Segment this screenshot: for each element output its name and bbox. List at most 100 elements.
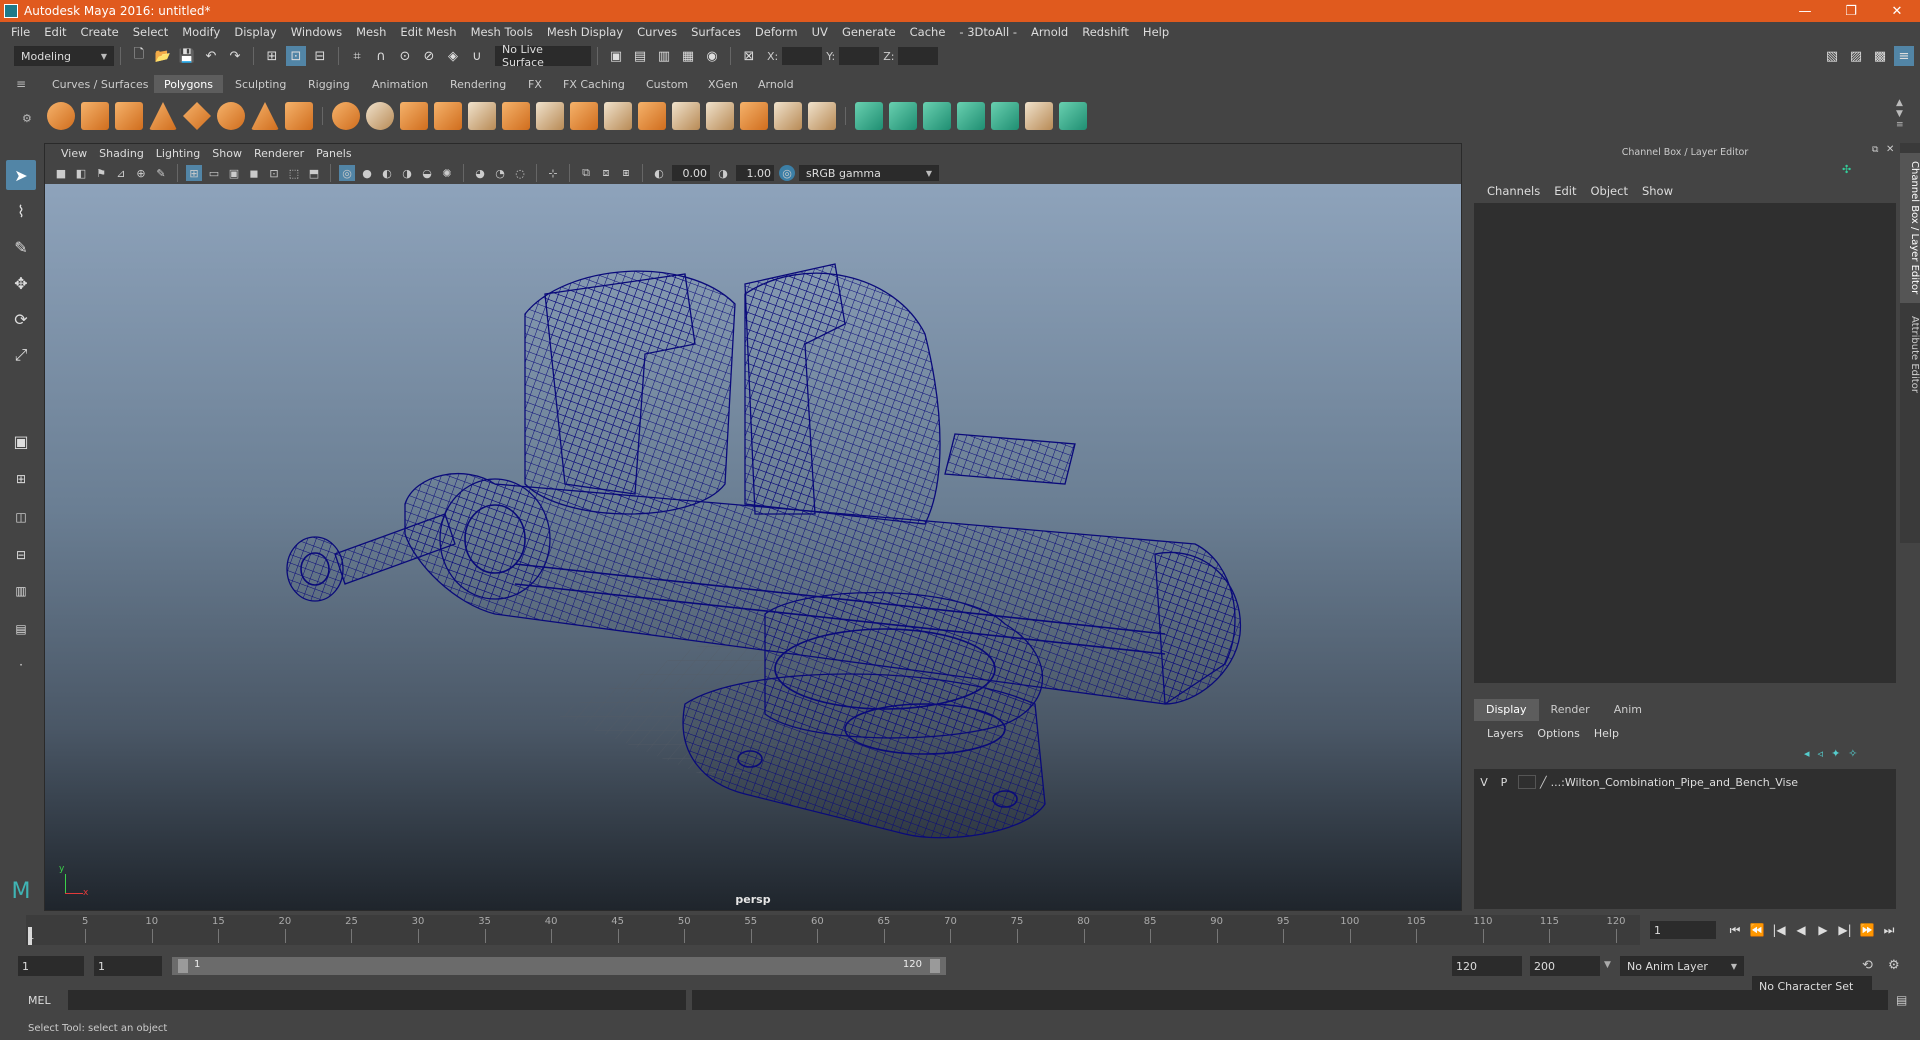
persp-hypershade-layout-icon[interactable]: ▥ — [6, 576, 36, 606]
film-gate-icon[interactable]: ▭ — [206, 165, 222, 181]
menu-edit[interactable]: Edit — [37, 25, 73, 39]
float-panel-icon[interactable]: ⧉ — [1872, 145, 1878, 155]
xray-joints-icon[interactable]: ⧆ — [618, 165, 634, 181]
transform-mode-icon[interactable]: ⊠ — [739, 46, 759, 66]
uv-editor-icon[interactable] — [991, 102, 1019, 130]
x-coordinate-field[interactable] — [782, 47, 823, 65]
anim-layer-dropdown[interactable]: No Anim Layer ▼ — [1620, 956, 1744, 976]
play-forwards-button[interactable]: ▶ — [1812, 923, 1834, 937]
textured-icon[interactable]: ◒ — [419, 165, 435, 181]
unfold-icon[interactable] — [1059, 102, 1087, 130]
modeling-toolkit-icon[interactable]: ▧ — [1822, 46, 1842, 66]
attribute-editor-icon[interactable]: ▨ — [1846, 46, 1866, 66]
menu-file[interactable]: File — [4, 25, 37, 39]
layer-playback-toggle[interactable]: P — [1494, 776, 1514, 789]
render-view-icon[interactable]: ▦ — [678, 46, 698, 66]
layer-visibility-toggle[interactable]: V — [1474, 776, 1494, 789]
xray-active-icon[interactable]: ⧈ — [598, 165, 614, 181]
manipulator-icon[interactable]: ✣ — [1842, 163, 1851, 176]
tab-display[interactable]: Display — [1474, 699, 1539, 721]
use-all-lights-icon[interactable]: ✺ — [439, 165, 455, 181]
menu-help[interactable]: Help — [1136, 25, 1176, 39]
playback-end-field[interactable]: 120 — [1452, 956, 1522, 976]
current-frame-field[interactable]: 1 — [1650, 921, 1716, 939]
poly-cylinder-icon[interactable] — [115, 102, 143, 130]
menu-curves[interactable]: Curves — [630, 25, 684, 39]
tab-fx[interactable]: FX — [518, 75, 552, 93]
paint-select-tool-icon[interactable]: ✎ — [6, 232, 36, 262]
menu-edit-mesh[interactable]: Edit Mesh — [393, 25, 463, 39]
viewport-canvas[interactable]: y x persp — [45, 184, 1461, 910]
image-plane-icon[interactable]: ⊿ — [113, 165, 129, 181]
step-forward-key-button[interactable]: ⏩ — [1856, 923, 1878, 937]
poly-plane-icon[interactable] — [183, 102, 211, 130]
maximize-button[interactable]: ❐ — [1828, 4, 1874, 19]
viewport-menu-lighting[interactable]: Lighting — [150, 147, 206, 160]
layer-row[interactable]: V P ╱ ...:Wilton_Combination_Pipe_and_Be… — [1474, 773, 1896, 791]
target-weld-icon[interactable] — [706, 102, 734, 130]
close-button[interactable]: ✕ — [1874, 4, 1920, 19]
layer-color-swatch-icon[interactable]: ╱ — [1540, 776, 1547, 789]
smooth-icon[interactable] — [434, 102, 462, 130]
planar-mapping-icon[interactable] — [855, 102, 883, 130]
live-surface-field[interactable]: No Live Surface — [495, 43, 591, 69]
scene-start-field[interactable]: 1 — [18, 956, 84, 976]
multi-cut-icon[interactable] — [672, 102, 700, 130]
render-frame-icon[interactable]: ▤ — [630, 46, 650, 66]
channel-box-area[interactable] — [1474, 203, 1896, 683]
menu-windows[interactable]: Windows — [284, 25, 349, 39]
menu-modify[interactable]: Modify — [175, 25, 227, 39]
rotate-tool-icon[interactable]: ⟳ — [6, 304, 36, 334]
tab-arnold[interactable]: Arnold — [748, 75, 804, 93]
select-component-icon[interactable]: ⊟ — [310, 46, 330, 66]
options-menu[interactable]: Options — [1530, 727, 1586, 740]
viewport-menu-view[interactable]: View — [55, 147, 93, 160]
move-layer-up-icon[interactable]: ◂ — [1804, 747, 1810, 760]
spherical-mapping-icon[interactable] — [923, 102, 951, 130]
menu-mesh-display[interactable]: Mesh Display — [540, 25, 630, 39]
channels-show-menu[interactable]: Show — [1635, 184, 1680, 198]
poly-sphere-icon[interactable] — [47, 102, 75, 130]
automatic-mapping-icon[interactable] — [957, 102, 985, 130]
chevron-down-icon[interactable]: ▼ — [1604, 960, 1611, 970]
menu-deform[interactable]: Deform — [748, 25, 805, 39]
z-coordinate-field[interactable] — [898, 47, 939, 65]
snap-point-icon[interactable]: ⊙ — [395, 46, 415, 66]
2d-pan-zoom-icon[interactable]: ⊕ — [133, 165, 149, 181]
command-input[interactable] — [68, 990, 686, 1010]
channel-box-icon[interactable]: ≡ — [1894, 46, 1914, 66]
menu-select[interactable]: Select — [126, 25, 175, 39]
magnet-icon[interactable]: ∪ — [467, 46, 487, 66]
menu-set-dropdown[interactable]: Modeling ▼ — [14, 46, 114, 66]
single-perspective-layout-icon[interactable]: ▣ — [6, 426, 36, 456]
tab-render[interactable]: Render — [1539, 699, 1602, 721]
animation-preferences-icon[interactable]: ⚙ — [1888, 958, 1900, 973]
shadows-icon[interactable]: ◕ — [472, 165, 488, 181]
range-slider[interactable]: 1 120 — [172, 957, 946, 975]
menu-surfaces[interactable]: Surfaces — [684, 25, 748, 39]
color-management-icon[interactable]: ◎ — [779, 165, 795, 181]
average-vertices-icon[interactable] — [502, 102, 530, 130]
bridge-icon[interactable] — [536, 102, 564, 130]
range-end-handle[interactable] — [930, 959, 940, 973]
select-tool-icon[interactable]: ➤ — [6, 160, 36, 190]
persp-outliner-layout-icon[interactable]: ◫ — [6, 502, 36, 532]
new-layer-from-selected-icon[interactable]: ✧ — [1848, 747, 1857, 760]
viewport-menu-shading[interactable]: Shading — [93, 147, 150, 160]
move-layer-down-icon[interactable]: ◃ — [1818, 747, 1824, 760]
tab-custom[interactable]: Custom — [636, 75, 698, 93]
extract-icon[interactable] — [400, 102, 428, 130]
checker-icon[interactable] — [1025, 102, 1053, 130]
step-forward-frame-button[interactable]: ▶| — [1834, 923, 1856, 937]
cylindrical-mapping-icon[interactable] — [889, 102, 917, 130]
playback-start-field[interactable]: 1 — [94, 956, 162, 976]
snap-curve-icon[interactable]: ∩ — [371, 46, 391, 66]
viewport-menu-renderer[interactable]: Renderer — [248, 147, 310, 160]
merge-icon[interactable] — [740, 102, 768, 130]
channels-edit-menu[interactable]: Edit — [1547, 184, 1583, 198]
append-polygon-icon[interactable] — [638, 102, 666, 130]
channels-object-menu[interactable]: Object — [1584, 184, 1635, 198]
tab-animation[interactable]: Animation — [362, 75, 438, 93]
menu-redshift[interactable]: Redshift — [1075, 25, 1136, 39]
extrude-icon[interactable] — [570, 102, 598, 130]
